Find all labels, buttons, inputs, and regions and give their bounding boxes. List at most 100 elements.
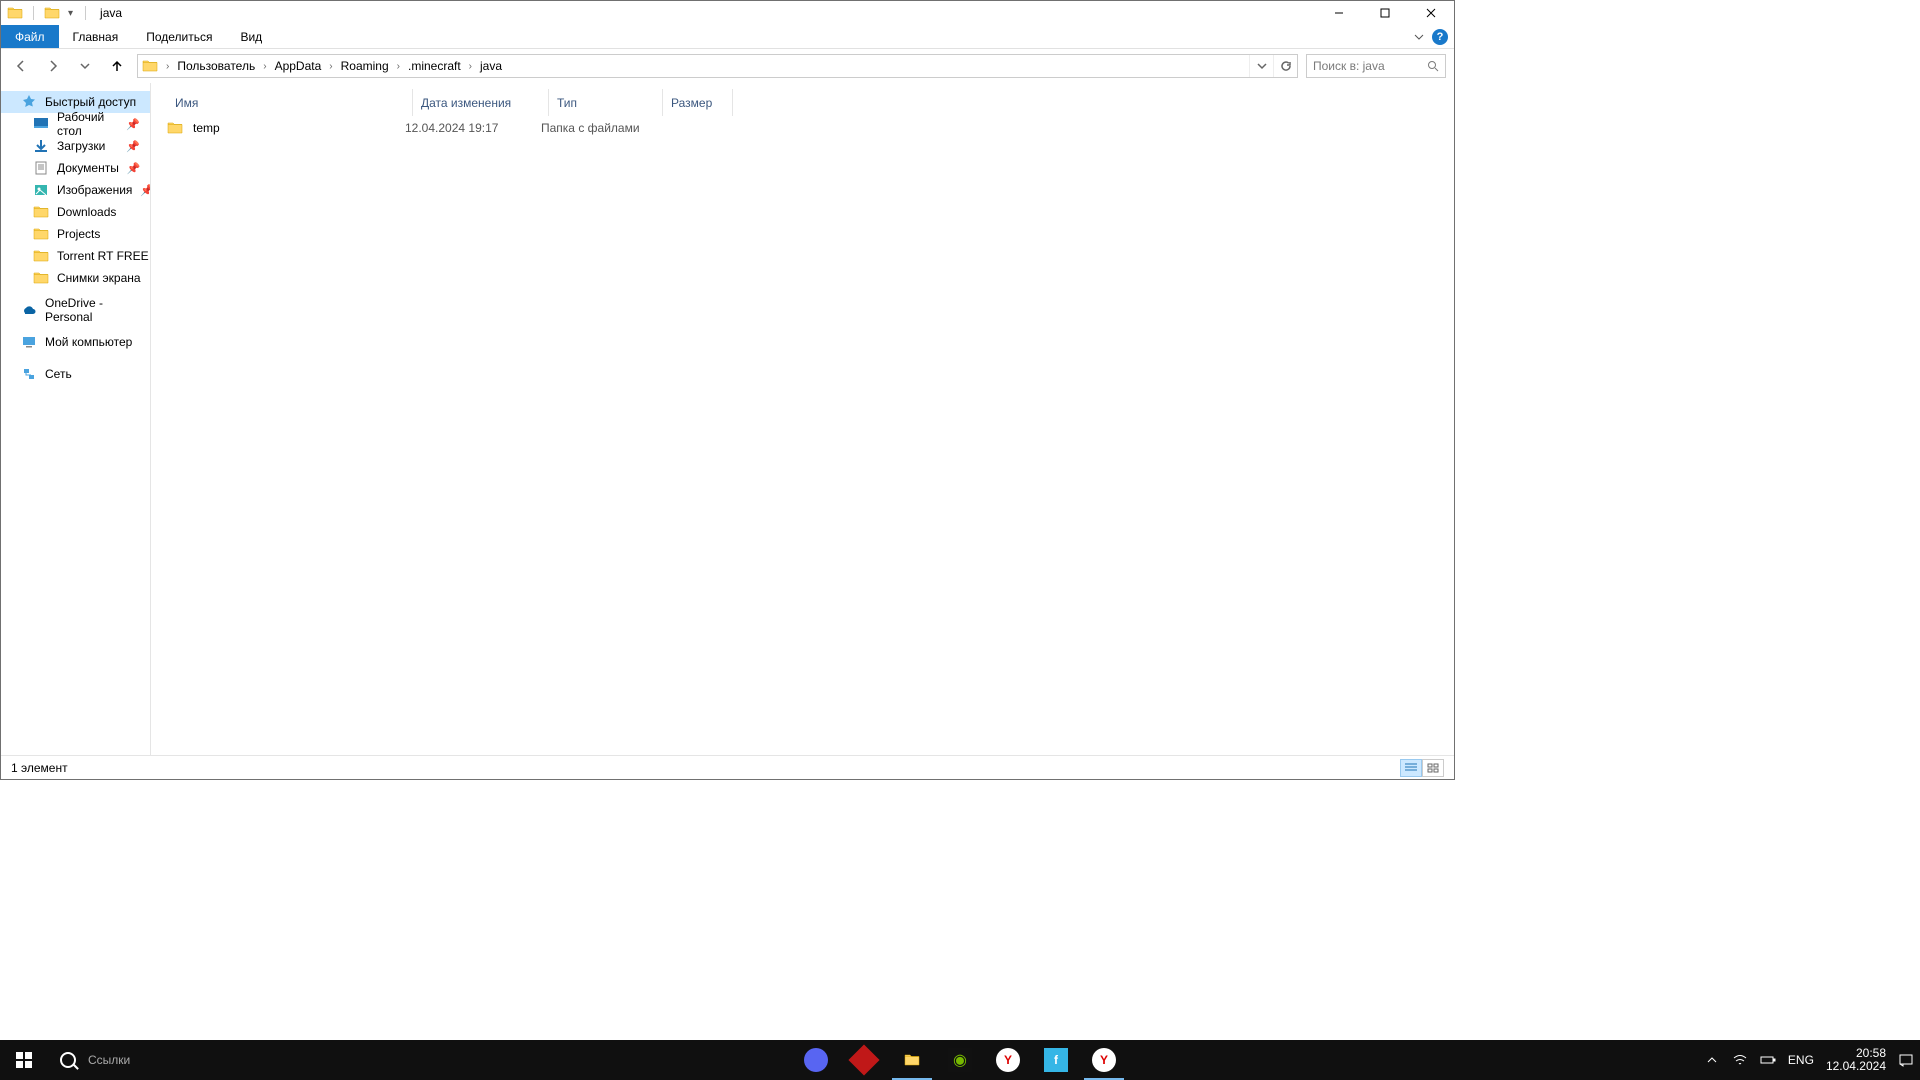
crumb-java[interactable]: java [476, 59, 506, 73]
documents-icon [33, 160, 49, 176]
file-name: temp [193, 121, 220, 135]
file-type: Папка с файлами [533, 121, 647, 135]
address-bar[interactable]: › Пользователь› AppData› Roaming› .minec… [137, 54, 1298, 78]
nav-projects[interactable]: Projects [1, 223, 150, 245]
tray-clock[interactable]: 20:58 12.04.2024 [1826, 1047, 1886, 1073]
search-placeholder: Поиск в: java [1313, 59, 1385, 73]
up-button[interactable] [105, 54, 129, 78]
address-dropdown[interactable] [1249, 55, 1273, 77]
taskbar-explorer[interactable] [888, 1040, 936, 1080]
nav-desktop[interactable]: Рабочий стол📌 [1, 113, 150, 135]
nav-pictures[interactable]: Изображения📌 [1, 179, 150, 201]
close-button[interactable] [1408, 1, 1454, 25]
downloads-icon [33, 138, 49, 154]
status-bar: 1 элемент [1, 755, 1454, 779]
status-count: 1 элемент [11, 761, 68, 775]
nav-torrent[interactable]: Torrent RT FREE [1, 245, 150, 267]
col-name[interactable]: Имя [167, 89, 413, 116]
chevron-right-icon[interactable]: › [259, 61, 270, 72]
folder-icon [167, 120, 183, 136]
forward-button[interactable] [41, 54, 65, 78]
explorer-window: ▾ java Файл Главная Поделиться Вид ? › П… [0, 0, 1455, 780]
taskbar-app-red[interactable] [840, 1040, 888, 1080]
tab-share[interactable]: Поделиться [132, 25, 226, 48]
maximize-button[interactable] [1362, 1, 1408, 25]
taskbar-apps: ◉ Y f Y [792, 1040, 1128, 1080]
taskbar-yandex-2[interactable]: Y [1080, 1040, 1128, 1080]
pin-icon: 📌 [140, 184, 151, 197]
wifi-icon[interactable] [1732, 1052, 1748, 1068]
network-icon [21, 366, 37, 382]
nav-row: › Пользователь› AppData› Roaming› .minec… [1, 49, 1454, 83]
tab-view[interactable]: Вид [226, 25, 276, 48]
chevron-right-icon[interactable]: › [325, 61, 336, 72]
recent-dropdown[interactable] [73, 54, 97, 78]
col-modified[interactable]: Дата изменения [413, 89, 549, 116]
back-button[interactable] [9, 54, 33, 78]
chevron-right-icon[interactable]: › [393, 61, 404, 72]
folder-icon [33, 270, 49, 286]
tab-home[interactable]: Главная [59, 25, 133, 48]
folder-icon [33, 226, 49, 242]
minimize-button[interactable] [1316, 1, 1362, 25]
nav-onedrive[interactable]: OneDrive - Personal [1, 299, 150, 321]
nav-pane[interactable]: Быстрый доступ Рабочий стол📌 Загрузки📌 Д… [1, 83, 151, 755]
address-folder-icon [142, 58, 158, 74]
star-icon [21, 94, 37, 110]
help-button[interactable]: ? [1432, 29, 1448, 45]
chevron-right-icon[interactable]: › [162, 61, 173, 72]
desktop-icon [33, 116, 49, 132]
view-details-button[interactable] [1400, 759, 1422, 777]
nav-screenshots[interactable]: Снимки экрана [1, 267, 150, 289]
search-icon [1427, 60, 1439, 72]
column-headers: Имя Дата изменения Тип Размер [151, 89, 1454, 117]
nav-downloads-en[interactable]: Downloads [1, 201, 150, 223]
window-title: java [90, 6, 122, 20]
qat-folder-icon[interactable] [44, 5, 60, 21]
cloud-icon [21, 302, 37, 318]
pin-icon: 📌 [126, 140, 140, 153]
pc-icon [21, 334, 37, 350]
titlebar-folder-icon [7, 5, 23, 21]
tab-file[interactable]: Файл [1, 25, 59, 48]
start-button[interactable] [0, 1040, 48, 1080]
col-type[interactable]: Тип [549, 89, 663, 116]
nav-network[interactable]: Сеть [1, 363, 150, 385]
crumb-minecraft[interactable]: .minecraft [404, 59, 465, 73]
taskbar-app-f[interactable]: f [1032, 1040, 1080, 1080]
crumb-roaming[interactable]: Roaming [337, 59, 393, 73]
qat-separator [85, 6, 86, 20]
ribbon-tabs: Файл Главная Поделиться Вид ? [1, 25, 1454, 49]
col-size[interactable]: Размер [663, 89, 733, 116]
view-large-button[interactable] [1422, 759, 1444, 777]
nav-downloads-ru[interactable]: Загрузки📌 [1, 135, 150, 157]
chevron-right-icon[interactable]: › [465, 61, 476, 72]
ribbon-expand-icon[interactable] [1414, 32, 1424, 42]
taskbar: Ссылки ◉ Y f Y ENG 20:58 12.04.2024 [0, 1040, 1920, 1080]
crumb-appdata[interactable]: AppData [271, 59, 326, 73]
title-bar: ▾ java [1, 1, 1454, 25]
search-icon [60, 1052, 76, 1068]
pin-icon: 📌 [126, 118, 140, 131]
taskbar-search[interactable]: Ссылки [48, 1040, 408, 1080]
folder-icon [33, 248, 49, 264]
qat-separator [33, 6, 34, 20]
taskbar-nvidia[interactable]: ◉ [936, 1040, 984, 1080]
pictures-icon [33, 182, 49, 198]
language-indicator[interactable]: ENG [1788, 1053, 1814, 1067]
battery-icon[interactable] [1760, 1052, 1776, 1068]
refresh-button[interactable] [1273, 55, 1297, 77]
notifications-icon[interactable] [1898, 1052, 1914, 1068]
taskbar-yandex[interactable]: Y [984, 1040, 1032, 1080]
file-list: Имя Дата изменения Тип Размер temp 12.04… [151, 83, 1454, 755]
taskbar-search-text: Ссылки [88, 1053, 130, 1067]
search-box[interactable]: Поиск в: java [1306, 54, 1446, 78]
nav-documents[interactable]: Документы📌 [1, 157, 150, 179]
qat-dropdown-icon[interactable]: ▾ [66, 8, 75, 19]
nav-this-pc[interactable]: Мой компьютер [1, 331, 150, 353]
file-row[interactable]: temp 12.04.2024 19:17 Папка с файлами [151, 117, 1454, 139]
crumb-user[interactable]: Пользователь [173, 59, 259, 73]
taskbar-discord[interactable] [792, 1040, 840, 1080]
folder-icon [33, 204, 49, 220]
tray-chevron-icon[interactable] [1704, 1052, 1720, 1068]
